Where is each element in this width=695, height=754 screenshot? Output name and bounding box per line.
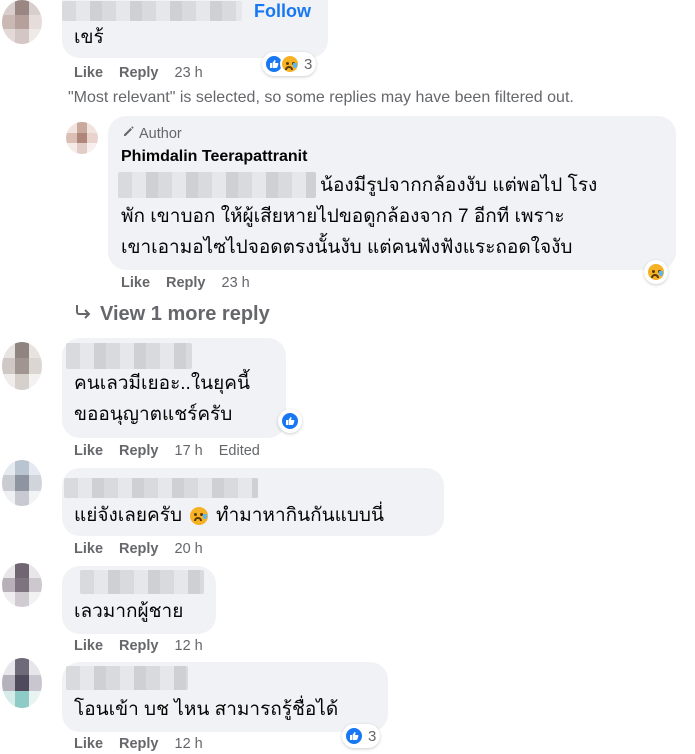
like-reaction-icon: [344, 726, 364, 746]
reaction-summary[interactable]: [644, 260, 668, 284]
reply-button[interactable]: Reply: [119, 638, 159, 654]
reply-button[interactable]: Reply: [119, 736, 159, 752]
filter-notice: "Most relevant" is selected, so some rep…: [68, 89, 574, 106]
like-reaction-icon: [280, 411, 300, 431]
edited-label[interactable]: Edited: [219, 443, 260, 459]
comment-text-line-1: คนเลวมีเยอะ..ในยุคนี้: [74, 373, 250, 394]
author-badge-label: Author: [139, 125, 182, 142]
reaction-summary[interactable]: [278, 409, 302, 433]
timestamp[interactable]: 20 h: [175, 541, 203, 557]
comment-text: แย่จังเลยครับ ทำมาหากินกันแบบนี่: [74, 503, 384, 529]
comment-actions: Like Reply 12 h: [74, 736, 219, 752]
reaction-summary[interactable]: 3: [262, 52, 317, 76]
author-reply-line-3: เขาเอามอไซไปจอดตรงนั้นงับ แต่คนฟังฟังแระ…: [121, 237, 573, 258]
like-button[interactable]: Like: [74, 541, 103, 557]
blurred-commenter-name: [62, 1, 242, 21]
avatar[interactable]: [2, 460, 42, 506]
avatar[interactable]: [2, 0, 42, 44]
sad-reaction-icon: [280, 54, 300, 74]
author-reply-line-2: พัก เขาบอก ให้ผู้เสียหายไปขอดูกล้องจาก 7…: [121, 206, 565, 227]
reply-button[interactable]: Reply: [166, 275, 206, 291]
like-button[interactable]: Like: [74, 736, 103, 752]
reply-arrow-icon: [74, 303, 92, 326]
like-button[interactable]: Like: [121, 275, 150, 291]
comment-text: เขร้: [74, 27, 104, 48]
comment-actions: Like Reply 23 h: [74, 65, 219, 81]
view-more-label[interactable]: View 1 more reply: [100, 303, 270, 326]
comment-text: เลวมากผู้ชาย: [74, 601, 184, 622]
like-button[interactable]: Like: [74, 638, 103, 654]
timestamp[interactable]: 12 h: [175, 638, 203, 654]
reply-button[interactable]: Reply: [119, 541, 159, 557]
blurred-commenter-name: [80, 570, 204, 594]
reply-button[interactable]: Reply: [119, 443, 159, 459]
comment-text: โอนเข้า บช ไหน สามารถรู้ชื่อได้: [74, 699, 339, 720]
author-badge: Author: [122, 125, 182, 142]
blurred-commenter-name: [66, 343, 192, 369]
blurred-commenter-name: [66, 666, 188, 690]
pencil-icon: [122, 125, 135, 142]
author-name[interactable]: Phimdalin Teerapattranit: [121, 148, 307, 166]
comment-text-line-2: ขออนุญาตแชร์ครับ: [74, 404, 233, 425]
reply-button[interactable]: Reply: [119, 65, 159, 81]
author-avatar[interactable]: [66, 122, 98, 154]
like-button[interactable]: Like: [74, 443, 103, 459]
comment-text-a: แย่จังเลยครับ: [74, 505, 183, 526]
view-more-replies[interactable]: View 1 more reply: [74, 303, 270, 326]
timestamp[interactable]: 23 h: [175, 65, 203, 81]
timestamp[interactable]: 17 h: [175, 443, 203, 459]
blurred-mention: [118, 172, 316, 198]
comment-actions: Like Reply 12 h: [74, 638, 219, 654]
comment-actions: Like Reply 20 h: [74, 541, 219, 557]
timestamp[interactable]: 12 h: [175, 736, 203, 752]
reaction-summary[interactable]: 3: [342, 724, 381, 748]
author-reply-line-1: น้องมีรูปจากกล้องงับ แต่พอไป โรง: [320, 175, 598, 196]
blurred-commenter-name: [64, 478, 258, 498]
sad-reaction-icon: [646, 262, 666, 282]
reaction-count: 3: [368, 727, 377, 745]
comment-actions: Like Reply 17 h Edited: [74, 443, 276, 459]
reply-actions: Like Reply 23 h: [121, 275, 266, 291]
follow-link[interactable]: Follow: [254, 1, 311, 22]
avatar[interactable]: [2, 342, 42, 390]
comment-text-b: ทำมาหากินกันแบบนี่: [216, 505, 384, 526]
timestamp[interactable]: 23 h: [222, 275, 250, 291]
avatar[interactable]: [2, 658, 42, 708]
crying-face-emoji-icon: [190, 507, 209, 525]
avatar[interactable]: [2, 563, 42, 607]
reaction-count: 3: [304, 55, 313, 73]
like-button[interactable]: Like: [74, 65, 103, 81]
